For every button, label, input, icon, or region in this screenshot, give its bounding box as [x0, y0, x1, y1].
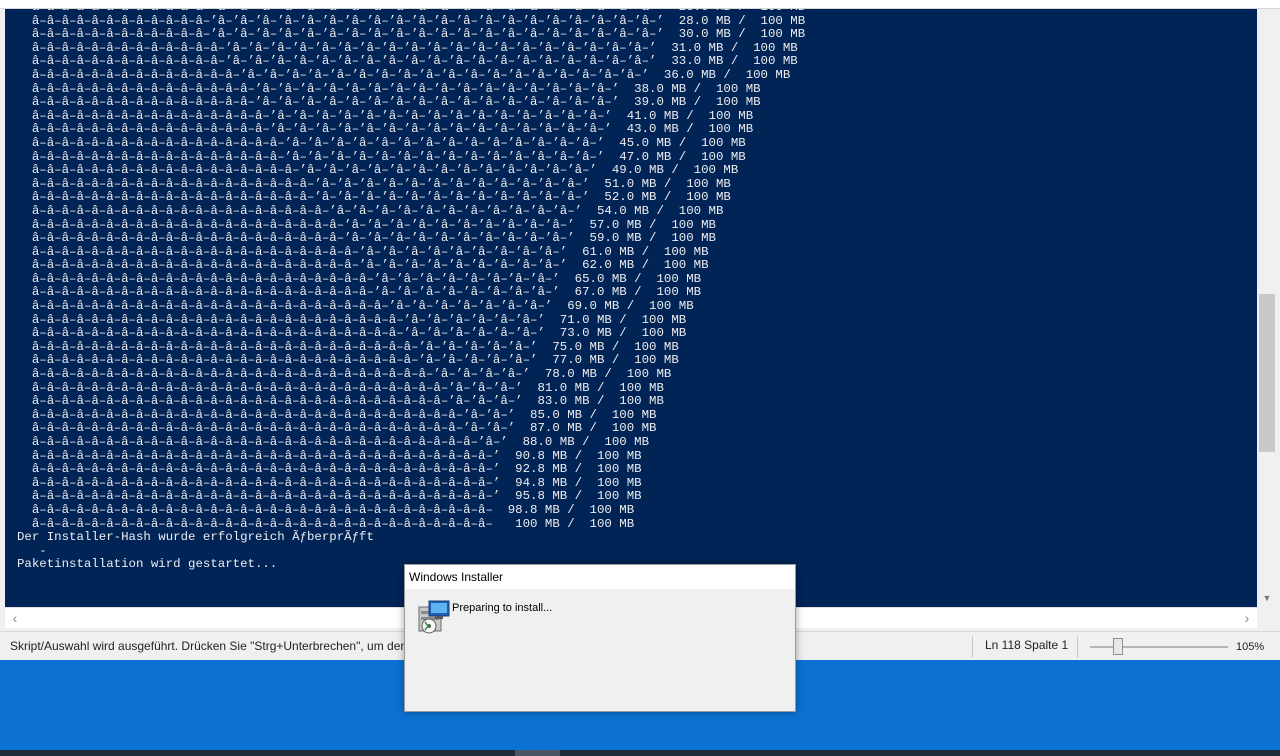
taskbar	[0, 750, 1280, 756]
console-progress-line: â–â–â–â–â–â–â–â–â–â–â–â–’â–’â–’â–’â–’â–’…	[17, 27, 806, 42]
dialog-title: Windows Installer	[409, 570, 504, 584]
console-progress-line: â–â–â–â–â–â–â–â–â–â–â–â–â–â–â–â–â–â–â–â–…	[17, 231, 716, 246]
console-progress-line: â–â–â–â–â–â–â–â–â–â–â–â–â–â–â–â–â–â–â–â–…	[17, 217, 716, 232]
console-progress-line: â–â–â–â–â–â–â–â–â–â–â–â–â–â–â–â–â–â–â–â–…	[17, 285, 702, 300]
status-separator	[972, 636, 973, 658]
console-progress-line: â–â–â–â–â–â–â–â–â–â–â–â–â–â–â–â–â–â–â–â–…	[17, 312, 687, 327]
console-progress-line: â–â–â–â–â–â–â–â–â–â–â–â–â–â–â–â–â–â–â–â–…	[17, 448, 642, 463]
console-progress-line: â–â–â–â–â–â–â–â–â–â–â–â–â–â–â–â–â–â–â–’â…	[17, 176, 731, 191]
console-progress-line: â–â–â–â–â–â–â–â–â–â–â–â–â–â–â–â–â–â–â–â–…	[17, 475, 642, 490]
console-progress-line: â–â–â–â–â–â–â–â–â–â–â–â–â–â–â–â–â–â–’â–’…	[17, 163, 739, 178]
console-progress-line: â–â–â–â–â–â–â–â–â–â–â–â–â–â–â–â–â–â–â–â–…	[17, 367, 672, 382]
powershell-ise-window: â–â–â–â–â–â–â–â–â–â–â–â–’â–’â–’â–’â–’â–’…	[0, 0, 1280, 661]
console-progress-line: â–â–â–â–â–â–â–â–â–â–â–â–â–â–â–â–â–â–â–â–…	[17, 353, 679, 368]
scroll-down-arrow-icon[interactable]: ▼	[1257, 589, 1277, 607]
console-hash-dash: -	[17, 543, 47, 558]
cursor-position: Ln 118 Spalte 1	[985, 638, 1069, 652]
status-separator	[1077, 636, 1078, 658]
console-progress-line: â–â–â–â–â–â–â–â–â–â–â–â–â–â–â–â–’â–’â–’â…	[17, 122, 754, 137]
installer-icon	[415, 599, 451, 635]
console-progress-line: â–â–â–â–â–â–â–â–â–â–â–â–â–â–â–â–â–â–â–â–…	[17, 435, 650, 449]
vertical-scrollbar-thumb[interactable]	[1259, 294, 1275, 452]
console-progress-line: â–â–â–â–â–â–â–â–â–â–â–â–â–â–â–â–â–â–â–â–…	[17, 489, 642, 504]
console-progress-line: â–â–â–â–â–â–â–â–â–â–â–â–â–â–â–â–â–’â–’â–…	[17, 149, 746, 164]
zoom-level: 105%	[1236, 641, 1265, 653]
zoom-slider-track[interactable]	[1090, 646, 1228, 648]
scroll-left-arrow-icon[interactable]: ‹	[7, 608, 23, 628]
taskbar-active-item[interactable]	[515, 750, 560, 756]
console-progress-line: â–â–â–â–â–â–â–â–â–â–â–â–â–â–â–â–â–â–â–â–…	[17, 299, 694, 314]
console-progress-line: â–â–â–â–â–â–â–â–â–â–â–â–â–’â–’â–’â–’â–’â…	[17, 54, 798, 69]
zoom-slider-thumb[interactable]	[1112, 638, 1123, 655]
console-progress-line: â–â–â–â–â–â–â–â–â–â–â–â–â–â–â–â–â–â–â–â–…	[17, 407, 657, 422]
console-progress-line: â–â–â–â–â–â–â–â–â–â–â–â–â–â–â–â–’â–’â–’â…	[17, 108, 754, 123]
dialog-message: Preparing to install...	[452, 602, 553, 614]
window-top-edge	[0, 0, 1280, 9]
console-progress-line: â–â–â–â–â–â–â–â–â–â–â–â–â–â–â–’â–’â–’â–’…	[17, 81, 761, 96]
console-progress-line: â–â–â–â–â–â–â–â–â–â–â–â–â–â–â–â–â–â–â–â–…	[17, 394, 664, 409]
console-progress-line: â–â–â–â–â–â–â–â–â–â–â–â–â–â–â–â–â–â–â–â–…	[17, 421, 657, 436]
console-progress-line: â–â–â–â–â–â–â–â–â–â–â–â–â–â–â–â–â–â–â–â–…	[17, 258, 709, 273]
console-progress-line: â–â–â–â–â–â–â–â–â–â–â–â–’â–’â–’â–’â–’â–’…	[17, 13, 806, 28]
scroll-right-arrow-icon[interactable]: ›	[1239, 608, 1255, 628]
status-message: Skript/Auswahl wird ausgeführt. Drücken …	[10, 639, 408, 653]
console-progress-line: â–â–â–â–â–â–â–â–â–â–â–â–â–â–â–â–â–â–â–â–…	[17, 339, 679, 354]
dialog-titlebar[interactable]: Windows Installer	[405, 565, 795, 589]
console-progress-line: â–â–â–â–â–â–â–â–â–â–â–â–â–â–â–â–â–â–â–â–…	[17, 326, 687, 341]
console-hash-message: Der Installer-Hash wurde erfolgreich Ãƒb…	[17, 530, 374, 545]
console-progress-line: â–â–â–â–â–â–â–â–â–â–â–â–â–â–â–â–â–â–â–â–…	[17, 203, 724, 218]
console-pane[interactable]: â–â–â–â–â–â–â–â–â–â–â–â–’â–’â–’â–’â–’â–’…	[5, 9, 1257, 607]
console-progress-line: â–â–â–â–â–â–â–â–â–â–â–â–â–â–â–â–â–â–â–â–…	[17, 244, 709, 259]
console-progress-line: â–â–â–â–â–â–â–â–â–â–â–â–â–â–’â–’â–’â–’â–…	[17, 67, 791, 82]
console-output: â–â–â–â–â–â–â–â–â–â–â–â–’â–’â–’â–’â–’â–’…	[17, 9, 805, 572]
windows-installer-dialog: Windows Installer Preparing to install..…	[404, 564, 796, 712]
console-progress-line: â–â–â–â–â–â–â–â–â–â–â–â–â–â–â–â–â–â–â–’â…	[17, 190, 731, 205]
console-progress-line: â–â–â–â–â–â–â–â–â–â–â–â–â–â–â–’â–’â–’â–’…	[17, 95, 761, 110]
console-progress-line: â–â–â–â–â–â–â–â–â–â–â–â–â–’â–’â–’â–’â–’â…	[17, 40, 798, 55]
vertical-scrollbar[interactable]: ▼	[1257, 9, 1277, 607]
console-progress-line: â–â–â–â–â–â–â–â–â–â–â–â–â–â–â–â–â–â–â–â–…	[17, 502, 635, 517]
console-progress-line: â–â–â–â–â–â–â–â–â–â–â–â–â–â–â–â–â–â–â–â–…	[17, 271, 702, 286]
console-progress-line: â–â–â–â–â–â–â–â–â–â–â–â–â–â–â–â–â–â–â–â–…	[17, 462, 642, 477]
console-progress-line: â–â–â–â–â–â–â–â–â–â–â–â–â–â–â–â–â–’â–’â–…	[17, 135, 746, 150]
console-progress-line: â–â–â–â–â–â–â–â–â–â–â–â–â–â–â–â–â–â–â–â–…	[17, 380, 664, 395]
